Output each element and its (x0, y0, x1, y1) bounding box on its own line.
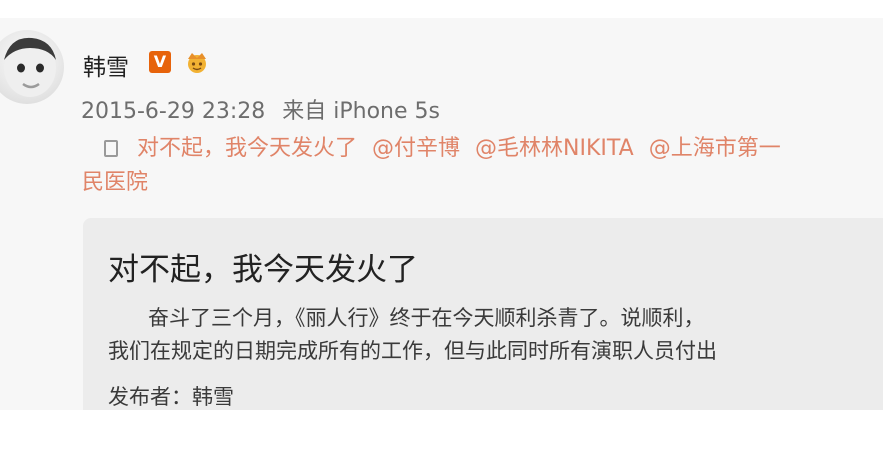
article-excerpt: 奋斗了三个月，《丽人行》终于在今天顺利杀青了。说顺利， 我们在规定的日期完成所有… (108, 302, 717, 368)
post-meta: 2015-6-29 23:28 来自 iPhone 5s (81, 93, 450, 125)
article-card[interactable]: 对不起，我今天发火了 奋斗了三个月，《丽人行》终于在今天顺利杀青了。说顺利， 我… (83, 218, 883, 410)
avatar[interactable] (0, 30, 64, 104)
article-title[interactable]: 对不起，我今天发火了 (108, 244, 418, 289)
publisher-label: 发布者： (108, 385, 192, 409)
weibo-post: 韩雪 V 2015-6-29 23:28 来自 iPhone 5s 对不起，我今… (0, 18, 883, 410)
excerpt-line: 我们在规定的日期完成所有的工作，但与此同时所有演职人员付出 (108, 339, 717, 363)
mention-link-continued[interactable]: 民医院 (82, 166, 148, 200)
timestamp[interactable]: 2015-6-29 23:28 (81, 99, 265, 124)
post-source: 来自 iPhone 5s (282, 99, 440, 124)
post-text: 对不起，我今天发火了 @付辛博 @毛林林NIKITA @上海市第一 (82, 132, 781, 166)
mention-link[interactable]: @毛林林NIKITA (475, 136, 634, 161)
article-publisher: 发布者：韩雪 (108, 381, 234, 410)
username[interactable]: 韩雪 (83, 48, 129, 82)
document-icon (104, 140, 118, 157)
article-link[interactable]: 对不起，我今天发火了 (137, 136, 357, 161)
excerpt-line: 奋斗了三个月，《丽人行》终于在今天顺利杀青了。说顺利， (148, 306, 705, 330)
mention-link[interactable]: @付辛博 (372, 136, 460, 161)
mention-link[interactable]: @上海市第一 (649, 136, 781, 161)
verified-badge-icon: V (149, 51, 171, 73)
crown-icon (182, 51, 212, 73)
publisher-name[interactable]: 韩雪 (192, 385, 234, 409)
